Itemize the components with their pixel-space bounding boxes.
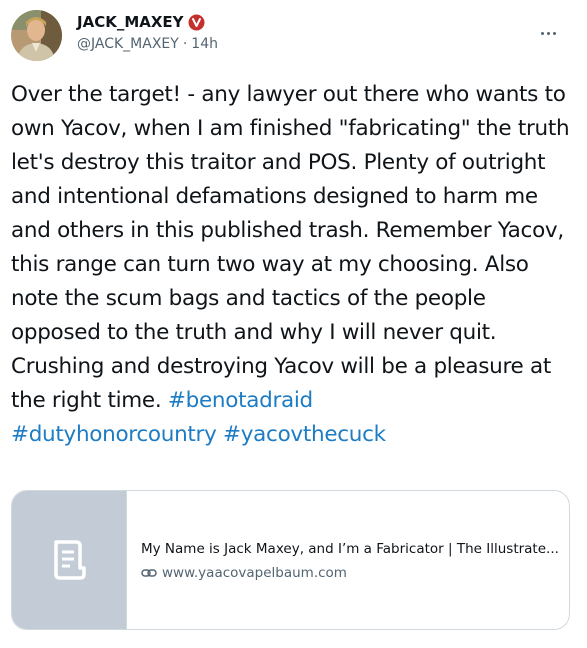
document-icon	[54, 540, 86, 580]
avatar[interactable]	[11, 10, 62, 61]
timestamp[interactable]: 14h	[191, 36, 218, 52]
avatar-photo	[11, 10, 62, 61]
card-thumbnail	[12, 491, 127, 629]
handle[interactable]: @JACK_MAXEY	[77, 36, 179, 52]
display-name[interactable]: JACK_MAXEY	[77, 13, 184, 31]
tweet-body-text: Over the target! - any lawyer out there …	[11, 82, 576, 413]
verified-badge-icon	[188, 14, 205, 31]
tweet-header: JACK_MAXEY @JACK_MAXEY · 14h	[0, 0, 587, 70]
hashtag-link[interactable]: #dutyhonorcountry	[11, 422, 217, 447]
hashtag-link[interactable]: #yacovthecuck	[223, 422, 386, 447]
hashtag-link[interactable]: #benotadraid	[168, 388, 313, 413]
tweet-text: Over the target! - any lawyer out there …	[11, 78, 581, 452]
card-domain: www.yaacovapelbaum.com	[162, 565, 347, 581]
separator-dot: ·	[182, 36, 188, 52]
author-info: JACK_MAXEY @JACK_MAXEY · 14h	[77, 12, 218, 52]
card-body: My Name is Jack Maxey, and I’m a Fabrica…	[141, 541, 561, 581]
link-preview-card[interactable]: My Name is Jack Maxey, and I’m a Fabrica…	[11, 490, 570, 630]
more-options-icon[interactable]	[541, 20, 565, 40]
card-title: My Name is Jack Maxey, and I’m a Fabrica…	[141, 541, 559, 557]
link-icon	[141, 567, 157, 579]
